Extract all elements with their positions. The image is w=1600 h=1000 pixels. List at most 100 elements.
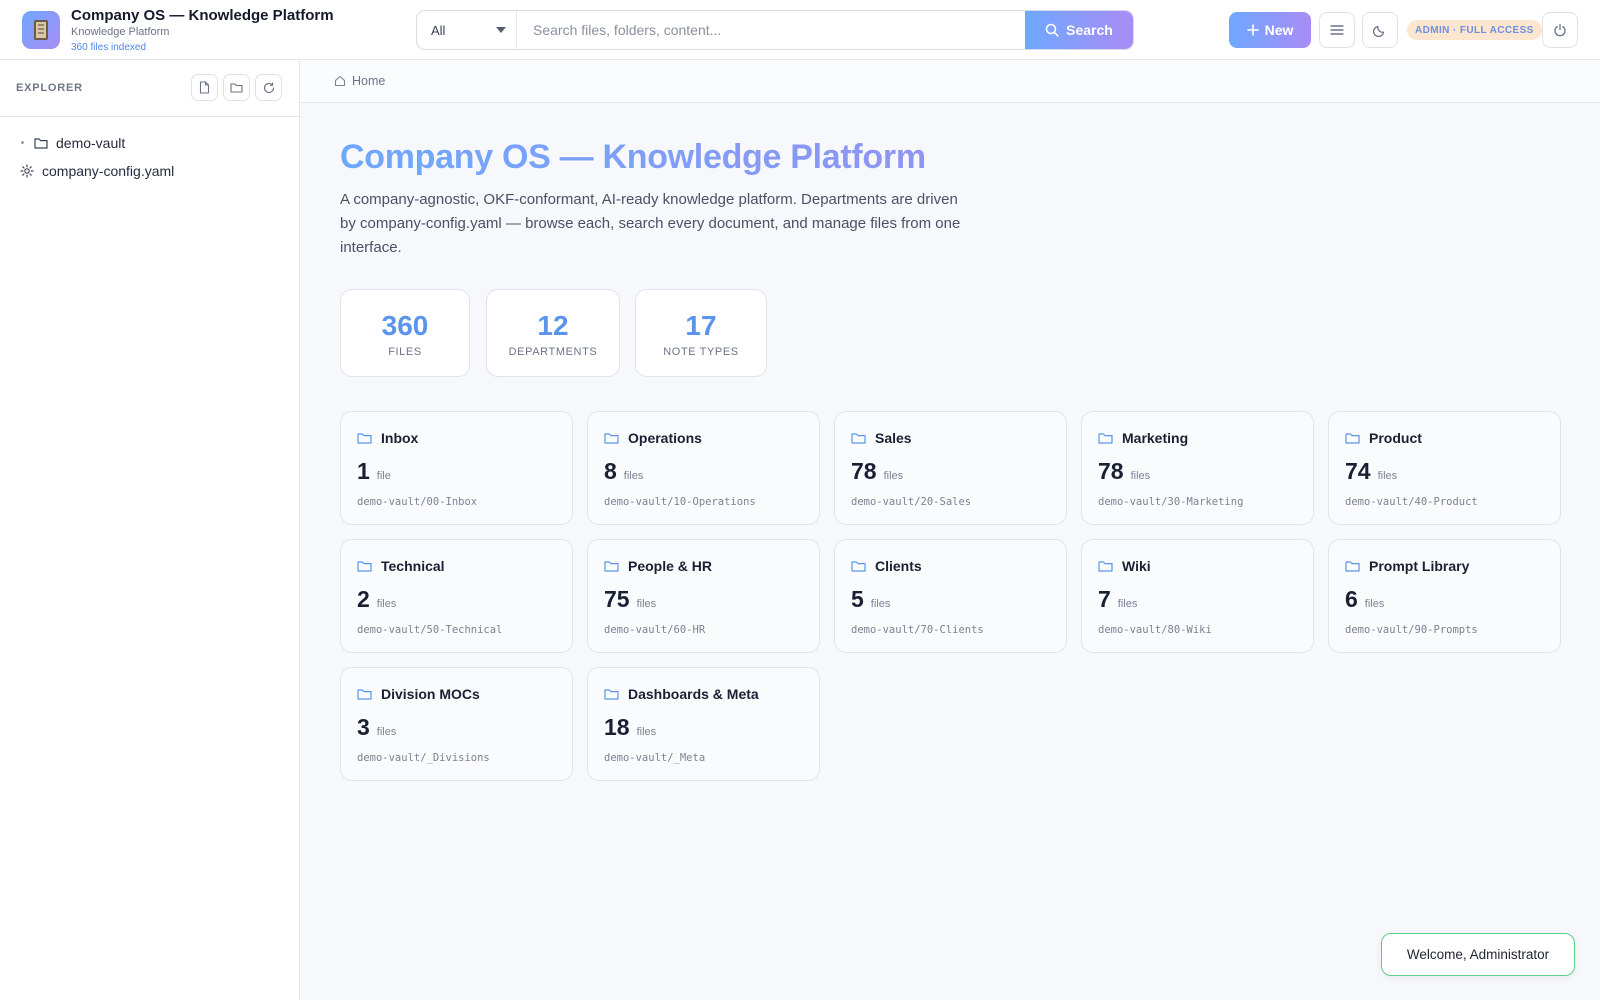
department-count-value: 3 (357, 714, 370, 740)
department-file-count: 5 files (851, 586, 890, 613)
department-count-unit: files (623, 470, 644, 482)
search-input[interactable] (517, 11, 1025, 49)
explorer-header: EXPLORER (0, 60, 299, 117)
stat-label: FILES (388, 346, 422, 358)
folder-icon (357, 689, 372, 700)
department-name: Division MOCs (381, 686, 480, 702)
theme-toggle-button[interactable] (1362, 12, 1398, 48)
department-name: Technical (381, 558, 445, 574)
department-count-value: 6 (1345, 586, 1358, 612)
department-card-header: Wiki (1098, 558, 1151, 574)
indexed-count: 360 files indexed (71, 42, 147, 53)
department-name: Product (1369, 430, 1422, 446)
page-description: A company-agnostic, OKF-conformant, AI-r… (340, 191, 961, 256)
expand-toggle-icon[interactable] (21, 141, 24, 144)
department-file-count: 6 files (1345, 586, 1384, 613)
folder-icon (604, 689, 619, 700)
department-card[interactable]: Marketing 78 files demo-vault/30-Marketing (1081, 411, 1314, 525)
department-count-unit: files (376, 726, 397, 738)
tree-item-demo-vault[interactable]: demo-vault (0, 129, 299, 157)
moon-icon (1373, 25, 1385, 37)
department-card[interactable]: Product 74 files demo-vault/40-Product (1328, 411, 1561, 525)
home-icon (334, 75, 346, 87)
department-path: demo-vault/30-Marketing (1098, 496, 1244, 508)
logout-button[interactable] (1542, 12, 1578, 48)
department-card-header: Division MOCs (357, 686, 480, 702)
stat-label: DEPARTMENTS (508, 346, 598, 358)
department-file-count: 78 files (1098, 458, 1150, 485)
department-card[interactable]: Sales 78 files demo-vault/20-Sales (834, 411, 1067, 525)
gear-icon (20, 164, 34, 178)
search-button[interactable]: Search (1025, 11, 1133, 49)
department-card[interactable]: Operations 8 files demo-vault/10-Operations (587, 411, 820, 525)
stat-card-departments: 12 DEPARTMENTS (486, 289, 620, 377)
department-name: Sales (875, 430, 912, 446)
department-card[interactable]: Wiki 7 files demo-vault/80-Wiki (1081, 539, 1314, 653)
department-count-unit: files (1130, 470, 1151, 482)
tree-item-company-config[interactable]: company-config.yaml (0, 157, 299, 185)
refresh-icon (263, 81, 274, 93)
department-count-value: 74 (1345, 458, 1371, 484)
folder-icon (604, 433, 619, 444)
department-card[interactable]: Clients 5 files demo-vault/70-Clients (834, 539, 1067, 653)
folder-icon (1098, 561, 1113, 572)
department-file-count: 3 files (357, 714, 396, 741)
explorer-title: EXPLORER (16, 82, 83, 94)
page-title: Company OS — Knowledge Platform (340, 138, 926, 176)
stat-value: 17 (685, 310, 717, 341)
department-file-count: 18 files (604, 714, 656, 741)
department-path: demo-vault/_Divisions (357, 752, 490, 764)
new-file-button[interactable] (191, 74, 218, 101)
new-folder-icon (230, 83, 243, 93)
refresh-button[interactable] (255, 74, 282, 101)
department-card-header: Inbox (357, 430, 418, 446)
department-card-header: Sales (851, 430, 912, 446)
search-icon (1045, 23, 1059, 37)
folder-icon (604, 561, 619, 572)
department-card[interactable]: Dashboards & Meta 18 files demo-vault/_Meta (587, 667, 820, 781)
department-card-header: Prompt Library (1345, 558, 1469, 574)
department-name: Dashboards & Meta (628, 686, 759, 702)
department-card[interactable]: People & HR 75 files demo-vault/60-HR (587, 539, 820, 653)
breadcrumb-home[interactable]: Home (352, 74, 385, 88)
tree-item-label: company-config.yaml (42, 163, 175, 179)
folder-icon (34, 138, 48, 149)
department-file-count: 78 files (851, 458, 903, 485)
department-count-unit: files (1364, 598, 1385, 610)
new-folder-button[interactable] (223, 74, 250, 101)
department-name: Marketing (1122, 430, 1189, 446)
department-path: demo-vault/50-Technical (357, 624, 503, 636)
department-name: Inbox (381, 430, 419, 446)
search-bar: All Search (416, 10, 1134, 50)
department-count-unit: file (376, 470, 391, 482)
department-file-count: 2 files (357, 586, 396, 613)
department-card[interactable]: Division MOCs 3 files demo-vault/_Divisions (340, 667, 573, 781)
department-path: demo-vault/00-Inbox (357, 496, 478, 508)
search-scope-value: All (431, 22, 446, 38)
breadcrumb: Home (300, 60, 1600, 103)
file-tree: demo-vault company-config.yaml (0, 117, 299, 185)
department-path: demo-vault/90-Prompts (1345, 624, 1478, 636)
department-file-count: 75 files (604, 586, 656, 613)
department-path: demo-vault/60-HR (604, 624, 706, 636)
department-card-header: People & HR (604, 558, 712, 574)
department-count-unit: files (1117, 598, 1138, 610)
department-count-value: 78 (1098, 458, 1124, 484)
department-count-unit: files (376, 598, 397, 610)
department-card[interactable]: Inbox 1 file demo-vault/00-Inbox (340, 411, 573, 525)
admin-badge: ADMIN · FULL ACCESS (1407, 20, 1542, 40)
stat-value: 360 (381, 310, 429, 341)
department-name: Operations (628, 430, 702, 446)
menu-button[interactable] (1319, 12, 1355, 48)
department-count-value: 5 (851, 586, 864, 612)
department-card[interactable]: Prompt Library 6 files demo-vault/90-Prompt… (1328, 539, 1561, 653)
app-subtitle: Knowledge Platform (71, 26, 170, 38)
folder-icon (357, 433, 372, 444)
search-scope-select[interactable]: All (417, 11, 517, 49)
department-file-count: 8 files (604, 458, 643, 485)
main-content: Home Company OS — Knowledge Platform A c… (300, 60, 1600, 1000)
department-card[interactable]: Technical 2 files demo-vault/50-Technical (340, 539, 573, 653)
new-button[interactable]: New (1229, 12, 1311, 48)
department-path: demo-vault/_Meta (604, 752, 706, 764)
stat-value: 12 (537, 310, 569, 341)
